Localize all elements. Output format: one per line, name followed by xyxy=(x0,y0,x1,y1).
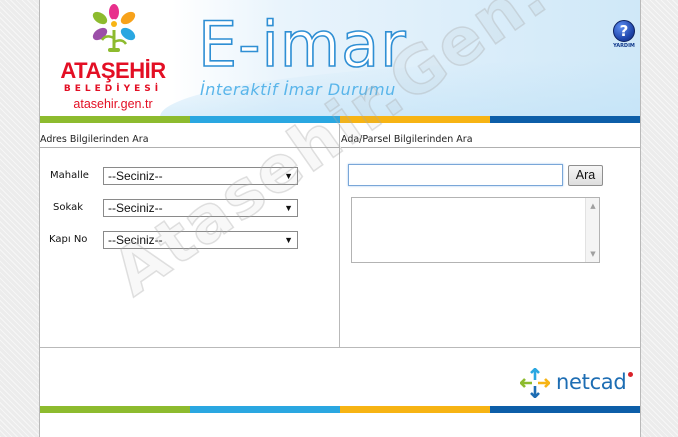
parcel-panel-title: Ada/Parsel Bilgilerinden Ara xyxy=(341,134,640,148)
question-mark-icon: ? xyxy=(613,20,635,42)
app-title: E-imar xyxy=(197,8,407,81)
netcad-dot xyxy=(628,372,633,377)
logo-name: ATAŞEHİR xyxy=(60,58,166,83)
sokak-select-value: --Seciniz-- xyxy=(108,201,163,215)
app-subtitle: İnteraktif İmar Durumu xyxy=(200,80,396,99)
help-button[interactable]: ? YARDIM xyxy=(611,20,637,52)
municipality-logo[interactable]: ATAŞEHİR BELEDİYESİ atasehir.gen.tr xyxy=(58,4,168,112)
search-button[interactable]: Ara xyxy=(568,165,603,186)
help-label: YARDIM xyxy=(613,43,635,49)
scroll-down-icon[interactable]: ▼ xyxy=(586,248,600,260)
chevron-down-icon: ▼ xyxy=(284,203,293,213)
panel-divider xyxy=(339,124,340,348)
sokak-select[interactable]: --Seciniz-- ▼ xyxy=(103,199,298,217)
kapi-no-select[interactable]: --Seciniz-- ▼ xyxy=(103,231,298,249)
kapi-no-select-value: --Seciniz-- xyxy=(108,233,163,247)
logo-subtitle: BELEDİYESİ xyxy=(63,84,163,94)
chevron-down-icon: ▼ xyxy=(284,171,293,181)
header: ATAŞEHİR BELEDİYESİ atasehir.gen.tr E-im… xyxy=(40,0,640,117)
netcad-brand: netcad xyxy=(556,370,627,394)
netcad-arrows-icon xyxy=(520,368,550,398)
logo-url: atasehir.gen.tr xyxy=(73,97,153,111)
results-scrollbar[interactable]: ▲ ▼ xyxy=(585,198,599,262)
sokak-label: Sokak xyxy=(53,202,83,213)
color-stripe-top xyxy=(40,116,640,123)
page-container: ATAŞEHİR BELEDİYESİ atasehir.gen.tr E-im… xyxy=(39,0,641,437)
results-list[interactable]: ▲ ▼ xyxy=(351,197,600,263)
mahalle-select-value: --Seciniz-- xyxy=(108,169,163,183)
kapi-no-label: Kapı No xyxy=(49,234,88,245)
parcel-search-input[interactable] xyxy=(348,164,563,186)
chevron-down-icon: ▼ xyxy=(284,235,293,245)
color-stripe-bottom xyxy=(40,406,640,413)
address-panel-title: Adres Bilgilerinden Ara xyxy=(40,134,339,148)
flower-person-icon xyxy=(92,4,136,52)
mahalle-label: Mahalle xyxy=(50,170,89,181)
netcad-logo[interactable]: netcad xyxy=(520,366,636,402)
scroll-up-icon[interactable]: ▲ xyxy=(586,200,600,212)
mahalle-select[interactable]: --Seciniz-- ▼ xyxy=(103,167,298,185)
